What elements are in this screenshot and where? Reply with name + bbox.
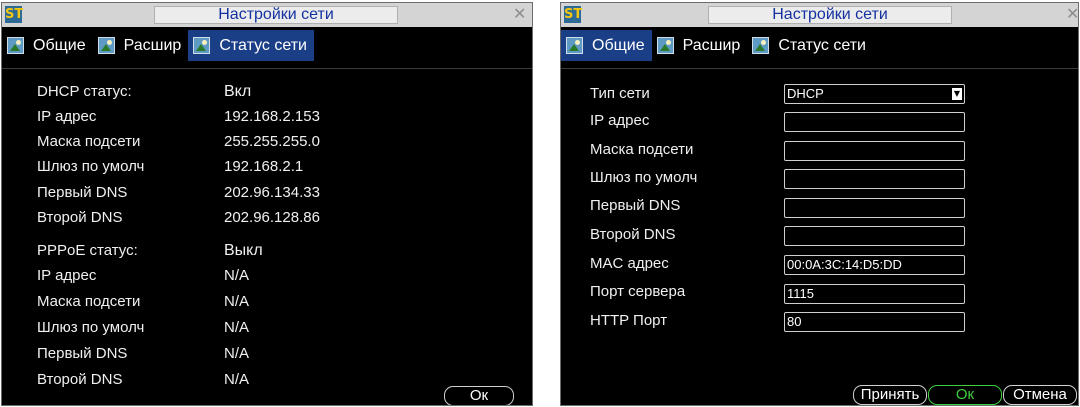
dhcp-status-value: Вкл [224, 83, 252, 100]
window-title: Настройки сети [154, 6, 398, 24]
tab-divider [2, 68, 532, 69]
tab-divider [561, 68, 1078, 69]
st-logo: ST [5, 6, 24, 23]
tab-label: Общие [33, 36, 86, 54]
ip-address-input[interactable] [784, 112, 965, 132]
primary-dns-value: 202.96.134.33 [224, 184, 320, 201]
landscape-icon [566, 37, 583, 54]
pppoe-mask-value: N/A [224, 293, 250, 310]
network-type-label: Тип сети [590, 85, 650, 102]
pppoe-gateway-value: N/A [224, 319, 250, 336]
ok-button[interactable]: Ок [444, 386, 514, 405]
primary-dns-input[interactable] [784, 198, 965, 218]
network-type-select[interactable]: DHCP ▼ [784, 84, 965, 104]
title-bar: ST Настройки сети ✕ [561, 3, 1078, 27]
pppoe-primary-dns-label: Первый DNS [37, 345, 128, 362]
secondary-dns-label: Второй DNS [37, 209, 123, 226]
tab-general[interactable]: Общие [2, 30, 93, 61]
pppoe-primary-dns-value: N/A [224, 345, 250, 362]
tab-label: Общие [592, 36, 645, 54]
secondary-dns-value: 202.96.128.86 [224, 209, 320, 226]
tab-advanced[interactable]: Расшир [93, 30, 189, 61]
ip-address-value: 192.168.2.153 [224, 108, 320, 125]
mac-address-label: MAC адрес [590, 255, 669, 272]
subnet-mask-value: 255.255.255.0 [224, 133, 320, 150]
pppoe-secondary-dns-label: Второй DNS [37, 371, 123, 388]
primary-dns-label: Первый DNS [37, 184, 128, 201]
secondary-dns-input[interactable] [784, 226, 965, 246]
http-port-input[interactable]: 80 [784, 312, 965, 332]
landscape-icon [752, 37, 770, 54]
pppoe-secondary-dns-value: N/A [224, 371, 250, 388]
landscape-icon [7, 37, 24, 54]
pppoe-mask-label: Маска подсети [37, 293, 141, 310]
pppoe-ip-label: IP адрес [37, 267, 97, 284]
ip-address-label: IP адрес [37, 108, 97, 125]
landscape-icon [193, 37, 211, 54]
tab-bar: Общие Расшир Статус сети [2, 30, 532, 68]
gateway-value: 192.168.2.1 [224, 158, 304, 175]
title-bar: ST Настройки сети ✕ [2, 3, 532, 27]
pppoe-status-label: PPPoE статус: [37, 242, 138, 259]
tab-general[interactable]: Общие [561, 30, 652, 61]
gateway-label: Шлюз по умолч [37, 158, 145, 175]
subnet-mask-input[interactable] [784, 141, 965, 161]
subnet-mask-label: Маска подсети [590, 141, 694, 158]
server-port-input[interactable]: 1115 [784, 284, 965, 304]
subnet-mask-label: Маска подсети [37, 133, 141, 150]
dhcp-status-label: DHCP статус: [37, 83, 132, 100]
st-logo: ST [564, 6, 583, 23]
dropdown-arrow-icon[interactable]: ▼ [952, 88, 962, 100]
pppoe-ip-value: N/A [224, 267, 250, 284]
close-icon[interactable]: ✕ [1066, 4, 1078, 24]
tab-label: Расшир [123, 36, 182, 54]
tab-label: Статус сети [778, 36, 866, 54]
network-status-window: ST Настройки сети ✕ Общие Расшир Статус … [1, 2, 533, 406]
landscape-icon [97, 37, 115, 54]
apply-button[interactable]: Принять [853, 385, 927, 405]
tab-label: Расшир [682, 36, 741, 54]
http-port-label: HTTP Порт [590, 312, 668, 329]
pppoe-status-value: Выкл [224, 242, 263, 259]
server-port-label: Порт сервера [590, 283, 686, 300]
pppoe-gateway-label: Шлюз по умолч [37, 319, 145, 336]
tab-label: Статус сети [219, 36, 307, 54]
mac-address-field[interactable]: 00:0A:3C:14:D5:DD [784, 255, 965, 275]
tab-network-status[interactable]: Статус сети [188, 30, 314, 61]
gateway-label: Шлюз по умолч [590, 169, 698, 186]
primary-dns-label: Первый DNS [590, 197, 681, 214]
secondary-dns-label: Второй DNS [590, 226, 676, 243]
network-type-value: DHCP [787, 86, 824, 101]
window-title: Настройки сети [708, 6, 952, 24]
network-general-window: ST Настройки сети ✕ Общие Расшир Статус … [560, 2, 1079, 406]
close-icon[interactable]: ✕ [513, 4, 526, 24]
ok-button[interactable]: Ок [928, 385, 1002, 405]
tab-bar: Общие Расшир Статус сети [561, 30, 1078, 68]
tab-advanced[interactable]: Расшир [652, 30, 748, 61]
cancel-button[interactable]: Отмена [1003, 385, 1077, 405]
tab-network-status[interactable]: Статус сети [747, 30, 873, 61]
landscape-icon [656, 37, 674, 54]
gateway-input[interactable] [784, 169, 965, 189]
ip-address-label: IP адрес [590, 112, 650, 129]
